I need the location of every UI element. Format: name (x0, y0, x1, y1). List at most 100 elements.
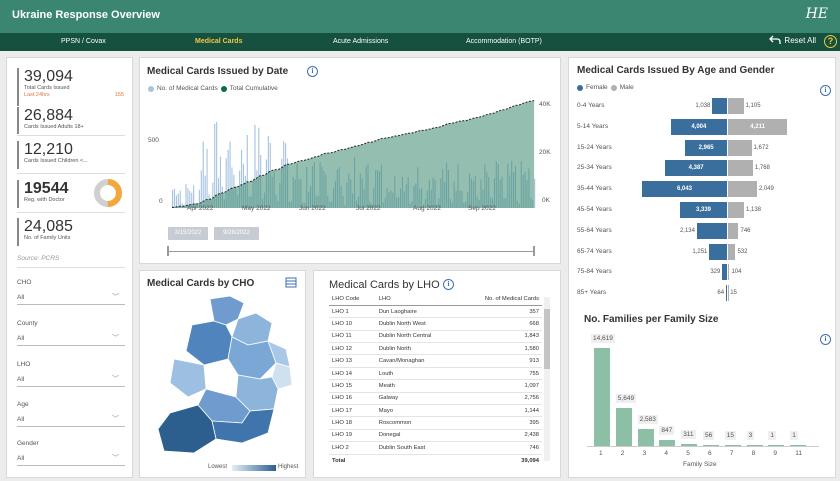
family-size-bar[interactable] (594, 348, 610, 446)
map-region-cho2[interactable] (185, 320, 233, 366)
family-size-tick: 7 (729, 450, 734, 457)
reset-all-button[interactable]: Reset All (769, 35, 816, 45)
family-size-tick: 1 (599, 450, 603, 457)
help-icon[interactable]: ? (824, 35, 837, 48)
reset-arrow-icon (769, 35, 782, 44)
kpi-last24-label: Last 24hrs (24, 92, 50, 98)
kpi-families: 24,085 No. of Family Units (17, 218, 73, 246)
filter-county-label: County (17, 320, 38, 327)
table-row[interactable]: LHO 2 Dublin South East 746 (329, 441, 542, 455)
lho-count: 357 (457, 305, 542, 319)
tab-acute-admissions[interactable]: Acute Admissions (333, 38, 388, 45)
date-slider-handle-end[interactable] (533, 246, 535, 256)
tab-ppsn-covax[interactable]: PPSN / Covax (61, 38, 106, 45)
family-size-value-label: 1 (768, 431, 777, 441)
table-row[interactable]: LHO 17 Mayo 1,144 (329, 404, 542, 418)
doctor-donut-chart (94, 179, 122, 207)
male-bar[interactable] (728, 264, 730, 281)
info-icon[interactable]: i (820, 85, 831, 96)
lho-col-code[interactable]: LHO Code (329, 293, 376, 306)
chevron-down-icon: ﹀ (112, 416, 119, 423)
male-value-label: 4,211 (750, 123, 765, 130)
filter-gender-select[interactable]: All ﹀ (17, 453, 125, 466)
map-legend-gradient (232, 465, 276, 471)
male-value-label: 532 (737, 248, 748, 255)
date-slider-handle-start[interactable] (167, 246, 169, 256)
family-size-tick: 2 (620, 450, 625, 457)
lho-col-count[interactable]: No. of Medical Cards (457, 293, 542, 306)
divider (17, 173, 125, 174)
table-view-icon[interactable] (285, 277, 297, 288)
hse-logo: HE (805, 6, 828, 22)
lho-name: Dublin North Central (375, 330, 458, 344)
info-icon[interactable]: i (443, 279, 454, 290)
female-value-label: 2,134 (679, 227, 695, 234)
lho-code: LHO 2 (329, 441, 376, 455)
filter-cho-select[interactable]: All ﹀ (17, 292, 125, 305)
family-size-value-label: 847 (659, 426, 675, 436)
table-row[interactable]: LHO 1 Dun Laoghaire 357 (329, 305, 542, 319)
age-category-label: 85+ Years (577, 289, 607, 297)
female-bar[interactable] (712, 98, 727, 114)
date-range-end[interactable]: 9/28/2022 (214, 227, 259, 240)
lho-count: 1,144 (457, 404, 542, 418)
table-row[interactable]: LHO 18 Roscommon 395 (329, 416, 542, 430)
male-value-label: 746 (740, 227, 751, 234)
male-bar[interactable] (728, 139, 752, 156)
male-value-label: 2,049 (758, 186, 774, 193)
lho-code: LHO 14 (329, 367, 376, 381)
age-category-label: 45-54 Years (577, 206, 612, 213)
table-scrollbar-thumb[interactable] (544, 309, 550, 369)
family-size-tick: 11 (795, 450, 802, 457)
filter-county-value: All (17, 335, 25, 342)
female-bar[interactable] (726, 285, 727, 302)
kpi-families-label: No. of Family Units (24, 235, 71, 241)
lho-col-name[interactable]: LHO (375, 293, 458, 306)
table-row[interactable]: LHO 11 Dublin North Central 1,843 (329, 330, 542, 344)
table-row[interactable]: LHO 12 Dublin North 1,580 (329, 342, 542, 356)
female-bar[interactable] (722, 264, 727, 281)
lho-code: LHO 18 (329, 416, 376, 430)
filter-age-select[interactable]: All ﹀ (17, 414, 125, 427)
male-bar[interactable] (728, 98, 744, 114)
filter-lho-label: LHO (17, 361, 31, 368)
x-tick: Jun 2022 (299, 205, 326, 212)
table-row[interactable]: LHO 15 Meath 1,097 (329, 379, 542, 393)
tab-accommodation[interactable]: Accommodation (BOTP) (466, 38, 542, 45)
family-axis (587, 446, 819, 447)
info-icon[interactable]: i (820, 334, 831, 345)
male-bar[interactable] (728, 181, 757, 198)
source-note: Source: PCRS (17, 255, 60, 262)
total-spacer (375, 453, 458, 467)
table-row[interactable]: LHO 19 Donegal 2,438 (329, 429, 542, 443)
family-size-bar[interactable] (615, 408, 632, 446)
legend-label-male: Male (619, 84, 634, 91)
date-chart-plot (171, 100, 536, 208)
family-size-bar[interactable] (637, 428, 654, 446)
filter-county-select[interactable]: All ﹀ (17, 333, 125, 346)
date-range-start[interactable]: 3/15/2022 (168, 227, 208, 240)
female-bar[interactable] (696, 222, 727, 239)
male-bar[interactable] (728, 243, 736, 260)
tab-medical-cards[interactable]: Medical Cards (195, 38, 242, 45)
daily-bar (177, 193, 179, 208)
table-scrollbar[interactable] (544, 297, 550, 461)
age-chart-title: Medical Cards Issued By Age and Gender (577, 65, 775, 76)
table-row[interactable]: LHO 10 Dublin North West 668 (329, 317, 542, 331)
lho-count: 1,097 (457, 379, 542, 393)
male-bar[interactable] (728, 222, 739, 239)
table-row[interactable]: LHO 13 Cavan/Monaghan 913 (329, 354, 542, 368)
female-bar[interactable] (709, 243, 727, 260)
lho-name: Dublin North West (375, 317, 458, 331)
filter-lho-select[interactable]: All ﹀ (17, 374, 125, 387)
table-row[interactable]: LHO 16 Galway 2,756 (329, 392, 542, 406)
male-bar[interactable] (728, 202, 744, 218)
table-row[interactable]: LHO 14 Louth 755 (329, 367, 542, 381)
female-value-label: 6,043 (676, 186, 692, 193)
male-bar[interactable] (728, 160, 753, 177)
legend-label-female: Female (586, 84, 608, 91)
info-icon[interactable]: i (307, 66, 318, 77)
female-value-label: 64 (717, 290, 725, 297)
map-region-cho3[interactable] (169, 358, 207, 398)
age-category-label: 55-64 Years (577, 226, 612, 234)
